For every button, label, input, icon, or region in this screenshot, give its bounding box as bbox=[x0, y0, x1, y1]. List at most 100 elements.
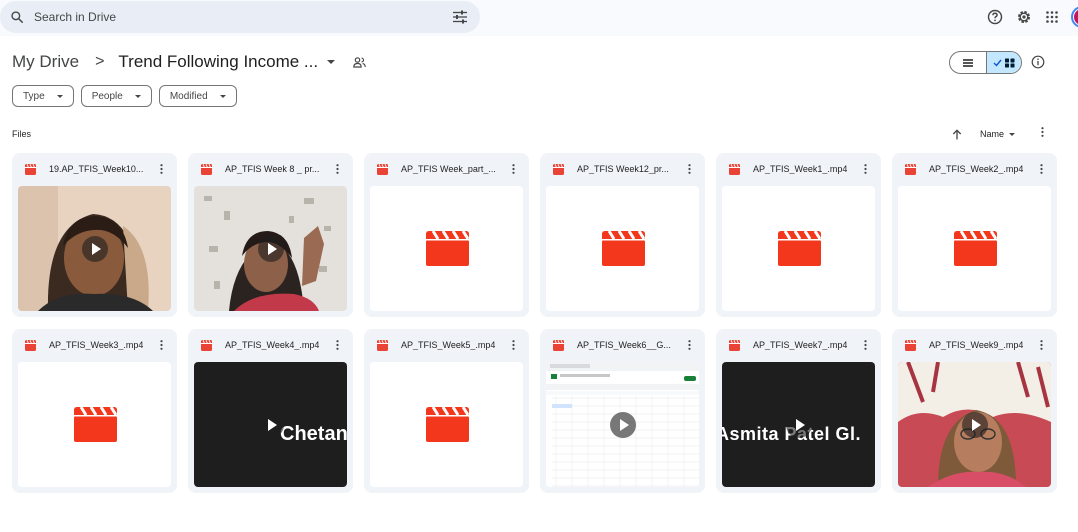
play-icon[interactable] bbox=[257, 411, 284, 438]
search-bar[interactable] bbox=[0, 1, 480, 33]
video-file-icon bbox=[201, 339, 212, 351]
play-icon[interactable] bbox=[961, 411, 988, 438]
file-more-options-icon[interactable] bbox=[512, 340, 515, 350]
filter-modified-label: Modified bbox=[169, 90, 208, 102]
file-card[interactable]: AP_TFIS_Week5_.mp4 bbox=[364, 329, 529, 493]
folder-menu-caret-icon[interactable] bbox=[327, 60, 336, 64]
file-card[interactable]: AP_TFIS Week 8 _ pr... bbox=[188, 153, 353, 317]
file-thumbnail[interactable] bbox=[370, 186, 523, 311]
file-card-header: 19.AP_TFIS_Week10... bbox=[25, 161, 155, 177]
file-more-options-icon[interactable] bbox=[688, 164, 691, 174]
file-name: AP_TFIS_Week6__G... bbox=[577, 340, 671, 350]
file-name: AP_TFIS Week 8 _ pr... bbox=[225, 164, 320, 174]
apps-grid-icon[interactable] bbox=[1046, 11, 1058, 23]
file-card-header: AP_TFIS_Week6__G... bbox=[553, 337, 683, 353]
list-view-button[interactable] bbox=[950, 52, 986, 73]
file-card-header: AP_TFIS_Week9_.mp4 bbox=[905, 337, 1035, 353]
video-file-icon bbox=[25, 163, 36, 175]
file-card-header: AP_TFIS_Week2_.mp4 bbox=[905, 161, 1035, 177]
breadcrumb-current-folder[interactable]: Trend Following Income ... bbox=[118, 52, 318, 72]
file-card-header: AP_TFIS Week 8 _ pr... bbox=[201, 161, 331, 177]
file-card[interactable]: AP_TFIS_Week7_.mp4 Asmita Patel Gl. bbox=[716, 329, 881, 493]
filter-modified-chip[interactable]: Modified bbox=[158, 85, 237, 107]
file-card-header: AP_TFIS_Week5_.mp4 bbox=[377, 337, 507, 353]
filter-people-chip[interactable]: People bbox=[80, 85, 152, 107]
breadcrumb: My Drive > Trend Following Income ... bbox=[12, 50, 366, 74]
view-toggle bbox=[949, 51, 1022, 74]
chevron-down-icon bbox=[56, 94, 63, 98]
file-card[interactable]: AP_TFIS_Week2_.mp4 bbox=[892, 153, 1057, 317]
more-options-icon[interactable] bbox=[1041, 127, 1044, 137]
file-more-options-icon[interactable] bbox=[160, 164, 163, 174]
search-icon[interactable] bbox=[10, 10, 24, 24]
file-thumbnail[interactable]: Chetan bbox=[194, 362, 347, 487]
sort-chevron-down-icon[interactable] bbox=[1009, 132, 1016, 136]
file-name: AP_TFIS_Week3_.mp4 bbox=[49, 340, 144, 350]
grid-view-button[interactable] bbox=[985, 52, 1021, 73]
video-file-icon bbox=[729, 339, 740, 351]
sort-direction-arrow-up-icon[interactable] bbox=[952, 128, 962, 140]
video-file-icon bbox=[905, 163, 916, 175]
video-file-icon bbox=[553, 339, 564, 351]
filter-type-chip[interactable]: Type bbox=[12, 85, 74, 107]
account-avatar[interactable] bbox=[1071, 6, 1078, 28]
play-icon[interactable] bbox=[257, 235, 284, 262]
file-thumbnail[interactable] bbox=[722, 186, 875, 311]
file-name: AP_TFIS Week12_pr... bbox=[577, 164, 669, 174]
file-card[interactable]: AP_TFIS Week12_pr... bbox=[540, 153, 705, 317]
video-file-icon bbox=[729, 163, 740, 175]
video-file-icon bbox=[377, 339, 388, 351]
file-thumbnail[interactable] bbox=[370, 362, 523, 487]
video-file-icon bbox=[553, 163, 564, 175]
file-thumbnail[interactable] bbox=[18, 186, 171, 311]
file-thumbnail[interactable] bbox=[546, 186, 699, 311]
file-thumbnail[interactable] bbox=[898, 362, 1051, 487]
file-more-options-icon[interactable] bbox=[336, 164, 339, 174]
file-more-options-icon[interactable] bbox=[864, 164, 867, 174]
list-view-icon bbox=[962, 58, 973, 67]
file-more-options-icon[interactable] bbox=[512, 164, 515, 174]
search-input[interactable] bbox=[34, 7, 414, 27]
file-more-options-icon[interactable] bbox=[1040, 340, 1043, 350]
file-card[interactable]: AP_TFIS_Week3_.mp4 bbox=[12, 329, 177, 493]
sort-by-name-button[interactable]: Name bbox=[980, 129, 1004, 139]
file-thumbnail[interactable] bbox=[546, 362, 699, 487]
file-card-header: AP_TFIS_Week7_.mp4 bbox=[729, 337, 859, 353]
file-name: AP_TFIS_Week4_.mp4 bbox=[225, 340, 320, 350]
file-name: AP_TFIS_Week2_.mp4 bbox=[929, 164, 1024, 174]
video-file-icon bbox=[201, 163, 212, 175]
file-card[interactable]: AP_TFIS_Week6__G... bbox=[540, 329, 705, 493]
settings-gear-icon[interactable] bbox=[1016, 8, 1032, 26]
video-placeholder-icon bbox=[602, 231, 645, 266]
filter-chips: Type People Modified bbox=[12, 85, 237, 107]
video-placeholder-icon bbox=[74, 407, 117, 442]
file-card-header: AP_TFIS_Week1_.mp4 bbox=[729, 161, 859, 177]
file-card-header: AP_TFIS_Week4_.mp4 bbox=[201, 337, 331, 353]
play-icon[interactable] bbox=[609, 411, 636, 438]
details-info-icon[interactable] bbox=[1031, 55, 1045, 69]
file-more-options-icon[interactable] bbox=[688, 340, 691, 350]
help-icon[interactable] bbox=[987, 8, 1003, 26]
file-thumbnail[interactable] bbox=[898, 186, 1051, 311]
file-card[interactable]: AP_TFIS Week_part_... bbox=[364, 153, 529, 317]
file-card[interactable]: AP_TFIS_Week1_.mp4 bbox=[716, 153, 881, 317]
file-name: 19.AP_TFIS_Week10... bbox=[49, 164, 144, 174]
search-options-icon[interactable] bbox=[452, 10, 468, 24]
play-icon[interactable] bbox=[785, 411, 812, 438]
chevron-down-icon bbox=[134, 94, 141, 98]
file-card-header: AP_TFIS_Week3_.mp4 bbox=[25, 337, 155, 353]
file-card[interactable]: AP_TFIS_Week4_.mp4 Chetan bbox=[188, 329, 353, 493]
file-more-options-icon[interactable] bbox=[160, 340, 163, 350]
breadcrumb-my-drive[interactable]: My Drive bbox=[12, 52, 79, 72]
file-thumbnail[interactable]: Asmita Patel Gl. bbox=[722, 362, 875, 487]
file-thumbnail[interactable] bbox=[194, 186, 347, 311]
play-icon[interactable] bbox=[81, 235, 108, 262]
file-more-options-icon[interactable] bbox=[1040, 164, 1043, 174]
thumbnail-caption: Chetan bbox=[280, 423, 347, 445]
filter-type-label: Type bbox=[23, 90, 45, 102]
file-card[interactable]: 19.AP_TFIS_Week10... bbox=[12, 153, 177, 317]
file-more-options-icon[interactable] bbox=[336, 340, 339, 350]
file-more-options-icon[interactable] bbox=[864, 340, 867, 350]
file-card[interactable]: AP_TFIS_Week9_.mp4 bbox=[892, 329, 1057, 493]
file-thumbnail[interactable] bbox=[18, 362, 171, 487]
